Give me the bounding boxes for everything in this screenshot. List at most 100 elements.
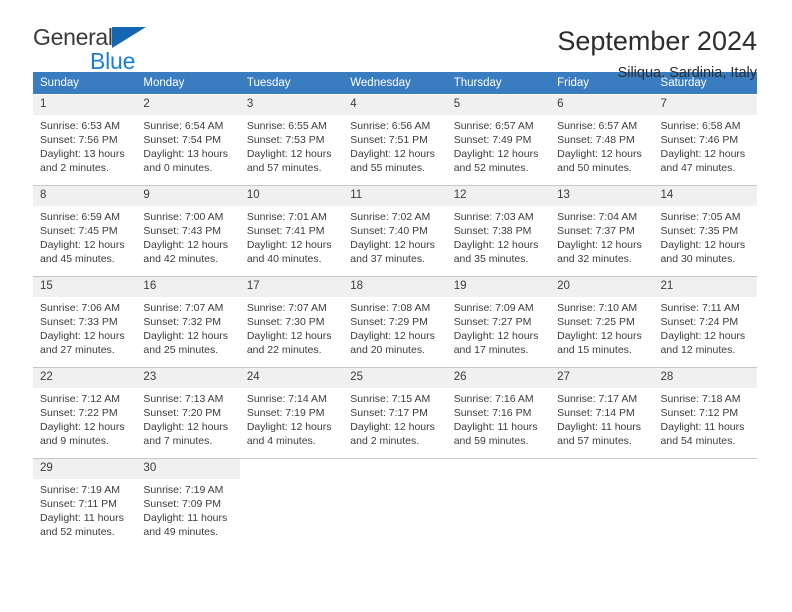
- calendar-day-cell[interactable]: 20 Sunrise: 7:10 AM Sunset: 7:25 PM Dayligh…: [550, 276, 654, 368]
- day-number: 30: [136, 459, 240, 479]
- daylight-text-line2: and 32 minutes.: [557, 253, 632, 266]
- day-number: [550, 459, 654, 477]
- daylight-text-line1: Daylight: 12 hours: [350, 330, 435, 343]
- calendar-day-cell[interactable]: 23 Sunrise: 7:13 AM Sunset: 7:20 PM Dayligh…: [136, 367, 240, 459]
- sunset-text: Sunset: 7:54 PM: [143, 134, 222, 146]
- sunset-text: Sunset: 7:56 PM: [40, 134, 118, 146]
- calendar-day-cell[interactable]: 19 Sunrise: 7:09 AM Sunset: 7:27 PM Dayligh…: [446, 276, 551, 368]
- day-number: [446, 459, 551, 477]
- daylight-text-line1: Daylight: 12 hours: [143, 421, 229, 434]
- sunrise-text: Sunrise: 6:57 AM: [453, 119, 534, 132]
- weekday-header-monday: Monday: [136, 72, 240, 95]
- calendar-wrapper: Sunday Monday Tuesday Wednesday Thursday…: [0, 72, 792, 549]
- calendar-day-cell[interactable]: 11 Sunrise: 7:02 AM Sunset: 7:40 PM Dayligh…: [343, 185, 447, 277]
- sunset-text: Sunset: 7:30 PM: [246, 316, 325, 328]
- day-number: 9: [136, 186, 240, 206]
- calendar-day-cell[interactable]: 2 Sunrise: 6:54 AM Sunset: 7:54 PM Daylight…: [136, 94, 240, 186]
- calendar-day-cell[interactable]: 18 Sunrise: 7:08 AM Sunset: 7:29 PM Dayligh…: [343, 276, 447, 368]
- sunrise-text: Sunrise: 7:09 AM: [453, 301, 534, 314]
- daylight-text-line1: Daylight: 12 hours: [350, 421, 435, 434]
- day-number: 1: [33, 95, 137, 115]
- sunrise-text: Sunrise: 7:07 AM: [246, 301, 327, 314]
- sunset-text: Sunset: 7:22 PM: [40, 407, 118, 419]
- day-sun-info: Sunrise: 7:16 AM Sunset: 7:16 PM Daylight:…: [447, 388, 550, 449]
- day-number: 4: [343, 95, 447, 115]
- sunset-text: Sunset: 7:53 PM: [246, 134, 325, 146]
- calendar-day-cell[interactable]: 14 Sunrise: 7:05 AM Sunset: 7:35 PM Dayligh…: [653, 185, 757, 277]
- daylight-text-line1: Daylight: 12 hours: [557, 148, 642, 161]
- calendar-day-cell[interactable]: 1 Sunrise: 6:53 AM Sunset: 7:56 PM Daylight…: [33, 94, 137, 186]
- generalblue-logo[interactable]: General Blue: [33, 26, 146, 73]
- sunset-text: Sunset: 7:46 PM: [660, 134, 739, 146]
- sunset-text: Sunset: 7:32 PM: [143, 316, 222, 328]
- calendar-week-row: 15 Sunrise: 7:06 AM Sunset: 7:33 PM Dayligh…: [33, 276, 757, 368]
- calendar-day-cell[interactable]: 29 Sunrise: 7:19 AM Sunset: 7:11 PM Dayligh…: [33, 458, 137, 549]
- daylight-text-line2: and 25 minutes.: [143, 344, 219, 357]
- day-sun-info: Sunrise: 6:56 AM Sunset: 7:51 PM Daylight:…: [343, 115, 446, 176]
- calendar-day-cell[interactable]: 10 Sunrise: 7:01 AM Sunset: 7:41 PM Dayligh…: [239, 185, 344, 277]
- daylight-text-line1: Daylight: 11 hours: [557, 421, 641, 434]
- calendar-day-cell[interactable]: 3 Sunrise: 6:55 AM Sunset: 7:53 PM Daylight…: [239, 94, 344, 186]
- logo-triangle-icon: [111, 27, 146, 48]
- day-sun-info: Sunrise: 7:10 AM Sunset: 7:25 PM Daylight:…: [550, 297, 653, 358]
- calendar-day-cell[interactable]: 15 Sunrise: 7:06 AM Sunset: 7:33 PM Dayligh…: [33, 276, 137, 368]
- calendar-day-cell[interactable]: 5 Sunrise: 6:57 AM Sunset: 7:49 PM Daylight…: [446, 94, 551, 186]
- calendar-day-cell[interactable]: 6 Sunrise: 6:57 AM Sunset: 7:48 PM Daylight…: [550, 94, 654, 186]
- day-number: 27: [550, 368, 654, 388]
- calendar-day-cell[interactable]: 16 Sunrise: 7:07 AM Sunset: 7:32 PM Dayligh…: [136, 276, 240, 368]
- calendar-day-cell[interactable]: 13 Sunrise: 7:04 AM Sunset: 7:37 PM Dayligh…: [550, 185, 654, 277]
- logo-top-row: General: [33, 26, 146, 49]
- day-sun-info: Sunrise: 7:05 AM Sunset: 7:35 PM Daylight:…: [654, 206, 757, 267]
- calendar-day-cell[interactable]: 7 Sunrise: 6:58 AM Sunset: 7:46 PM Daylight…: [653, 94, 757, 186]
- daylight-text-line1: Daylight: 11 hours: [660, 421, 745, 434]
- daylight-text-line1: Daylight: 12 hours: [246, 148, 332, 161]
- day-number: 19: [446, 277, 551, 297]
- calendar-page: General Blue September 2024 Siliqua, Sar…: [0, 0, 792, 612]
- sunrise-text: Sunrise: 7:17 AM: [557, 392, 638, 405]
- weekday-header-tuesday: Tuesday: [239, 72, 344, 95]
- day-sun-info: Sunrise: 7:19 AM Sunset: 7:11 PM Daylight:…: [33, 479, 136, 540]
- sunrise-text: Sunrise: 6:59 AM: [40, 210, 120, 223]
- day-sun-info: Sunrise: 7:17 AM Sunset: 7:14 PM Daylight:…: [550, 388, 653, 449]
- day-number: 28: [653, 368, 757, 388]
- day-number: 11: [343, 186, 447, 206]
- calendar-day-cell[interactable]: 28 Sunrise: 7:18 AM Sunset: 7:12 PM Dayligh…: [653, 367, 757, 459]
- daylight-text-line2: and 12 minutes.: [660, 344, 736, 357]
- sunrise-text: Sunrise: 7:11 AM: [660, 301, 740, 314]
- calendar-day-cell-empty: [653, 458, 757, 549]
- sunset-text: Sunset: 7:49 PM: [453, 134, 532, 146]
- day-number: 20: [550, 277, 654, 297]
- sunset-text: Sunset: 7:43 PM: [143, 225, 222, 237]
- daylight-text-line1: Daylight: 12 hours: [246, 330, 332, 343]
- day-number: 14: [653, 186, 757, 206]
- calendar-day-cell[interactable]: 17 Sunrise: 7:07 AM Sunset: 7:30 PM Dayligh…: [239, 276, 344, 368]
- daylight-text-line2: and 57 minutes.: [557, 435, 632, 448]
- daylight-text-line2: and 27 minutes.: [40, 344, 115, 357]
- calendar-day-cell[interactable]: 24 Sunrise: 7:14 AM Sunset: 7:19 PM Dayligh…: [239, 367, 344, 459]
- calendar-day-cell[interactable]: 8 Sunrise: 6:59 AM Sunset: 7:45 PM Daylight…: [33, 185, 137, 277]
- day-number: 13: [550, 186, 654, 206]
- calendar-day-cell[interactable]: 21 Sunrise: 7:11 AM Sunset: 7:24 PM Dayligh…: [653, 276, 757, 368]
- daylight-text-line1: Daylight: 11 hours: [40, 512, 124, 525]
- day-number: 17: [239, 277, 344, 297]
- day-number: 7: [653, 95, 757, 115]
- calendar-day-cell[interactable]: 27 Sunrise: 7:17 AM Sunset: 7:14 PM Dayligh…: [550, 367, 654, 459]
- daylight-text-line2: and 20 minutes.: [350, 344, 425, 357]
- sunset-text: Sunset: 7:09 PM: [143, 498, 222, 510]
- day-number: [653, 459, 757, 477]
- daylight-text-line1: Daylight: 13 hours: [143, 148, 229, 161]
- calendar-day-cell[interactable]: 9 Sunrise: 7:00 AM Sunset: 7:43 PM Daylight…: [136, 185, 240, 277]
- daylight-text-line1: Daylight: 11 hours: [453, 421, 538, 434]
- calendar-day-cell-empty: [343, 458, 447, 549]
- calendar-day-cell[interactable]: 12 Sunrise: 7:03 AM Sunset: 7:38 PM Dayligh…: [446, 185, 551, 277]
- sunset-text: Sunset: 7:11 PM: [40, 498, 117, 510]
- calendar-day-cell[interactable]: 22 Sunrise: 7:12 AM Sunset: 7:22 PM Dayligh…: [33, 367, 137, 459]
- daylight-text-line2: and 9 minutes.: [40, 435, 109, 448]
- daylight-text-line2: and 15 minutes.: [557, 344, 632, 357]
- calendar-day-cell[interactable]: 25 Sunrise: 7:15 AM Sunset: 7:17 PM Dayligh…: [343, 367, 447, 459]
- sunset-text: Sunset: 7:41 PM: [246, 225, 325, 237]
- calendar-day-cell[interactable]: 26 Sunrise: 7:16 AM Sunset: 7:16 PM Dayligh…: [446, 367, 551, 459]
- calendar-day-cell[interactable]: 30 Sunrise: 7:19 AM Sunset: 7:09 PM Dayligh…: [136, 458, 240, 549]
- sunrise-text: Sunrise: 6:53 AM: [40, 119, 120, 132]
- calendar-day-cell[interactable]: 4 Sunrise: 6:56 AM Sunset: 7:51 PM Daylight…: [343, 94, 447, 186]
